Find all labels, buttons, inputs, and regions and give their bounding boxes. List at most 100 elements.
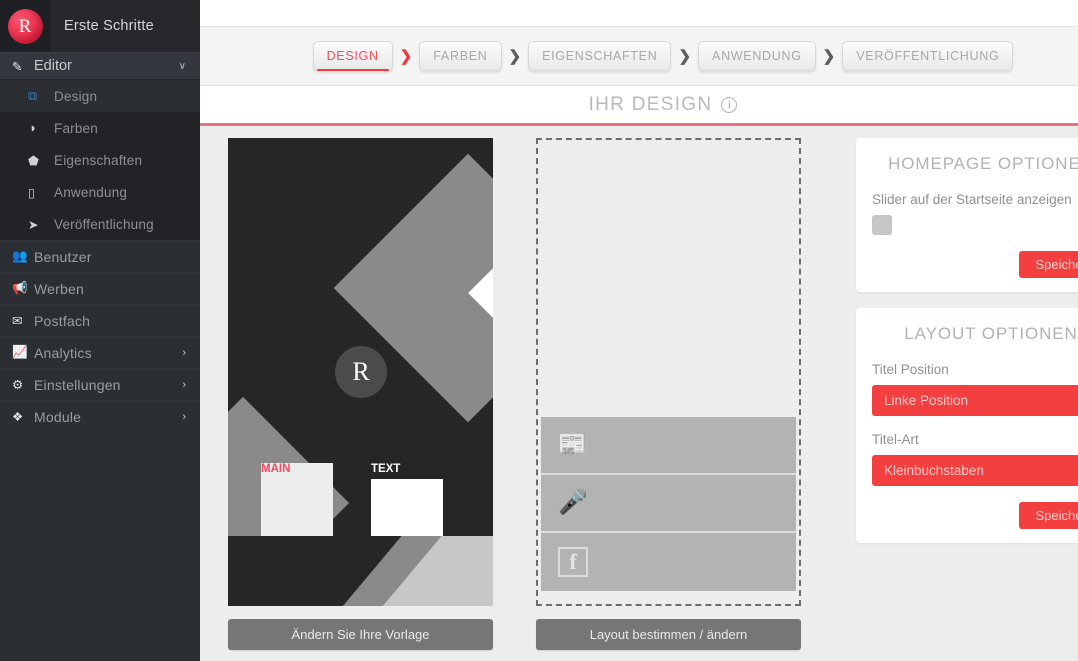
sidebar-item-benutzer-label: Benutzer xyxy=(34,248,92,265)
template-logo-letter: R xyxy=(335,346,387,398)
step-separator-4: ❯ xyxy=(822,48,836,65)
swatch-text-label: TEXT xyxy=(371,463,401,475)
sidebar-item-analytics-label: Analytics xyxy=(34,344,92,361)
slider-option-label: Slider auf der Startseite anzeigen xyxy=(872,192,1072,207)
wrench-icon: ⚙ xyxy=(12,378,24,392)
mobile-icon: ▯ xyxy=(28,185,35,200)
modules-icon: ❖ xyxy=(12,410,24,424)
title-art-label: Titel-Art xyxy=(872,432,919,447)
sidebar-item-module[interactable]: ❖ Module › xyxy=(0,400,200,432)
envelope-icon: ✉ xyxy=(12,314,23,328)
sidebar-item-analytics[interactable]: 📈 Analytics › xyxy=(0,336,200,368)
layout-preview-column: 📰 🎤 f Layout bestimmen / ändern xyxy=(536,138,828,658)
bar-chart-icon: 📈 xyxy=(12,345,28,359)
sidebar-item-benutzer[interactable]: 👥 Benutzer xyxy=(0,240,200,272)
title-art-select[interactable]: Kleinbuchstaben ⏷ xyxy=(872,455,1078,486)
layout-options-card: LAYOUT OPTIONEN Titel Position Linke Pos… xyxy=(856,308,1078,543)
step-anwendung-label: ANWENDUNG xyxy=(712,49,802,63)
step-veroeffentlichung-label: VERÖFFENTLICHUNG xyxy=(856,49,1000,63)
sidebar-item-eigenschaften[interactable]: ⬟ Eigenschaften xyxy=(0,144,200,176)
newspaper-icon: 📰 xyxy=(558,431,588,458)
step-design[interactable]: DESIGN xyxy=(312,41,393,71)
users-icon: 👥 xyxy=(12,249,28,263)
app-logo-letter: R xyxy=(7,8,43,44)
sidebar-item-farben-label: Farben xyxy=(54,120,98,136)
design-crop-icon: ⧉ xyxy=(28,88,37,103)
brand-title: Erste Schritte xyxy=(64,18,154,34)
options-column: HOMEPAGE OPTIONEN Slider auf der Startse… xyxy=(856,138,1078,658)
step-veroeffentlichung[interactable]: VERÖFFENTLICHUNG xyxy=(842,41,1014,71)
layout-structure-preview[interactable]: 📰 🎤 f xyxy=(536,138,801,606)
title-art-value: Kleinbuchstaben xyxy=(884,463,984,478)
sidebar-subnav: ⧉ Design ◑ Farben ⬟ Eigenschaften ▯ Anwe… xyxy=(0,80,200,240)
sidebar-item-einstellungen[interactable]: ⚙ Einstellungen › xyxy=(0,368,200,400)
sidebar-item-postfach[interactable]: ✉ Postfach xyxy=(0,304,200,336)
sidebar-item-anwendung-label: Anwendung xyxy=(54,184,128,200)
step-eigenschaften[interactable]: EIGENSCHAFTEN xyxy=(528,41,672,71)
sidebar-item-design[interactable]: ⧉ Design xyxy=(0,80,200,112)
step-farben[interactable]: FARBEN xyxy=(419,41,502,71)
paper-plane-icon: ➤ xyxy=(28,217,39,232)
sidebar: R Erste Schritte ✎ Editor ∨ ⧉ Design ◑ F… xyxy=(0,0,200,661)
sidebar-item-design-label: Design xyxy=(54,88,98,104)
layout-block-news[interactable]: 📰 xyxy=(541,417,796,475)
sidebar-group-editor[interactable]: ✎ Editor ∨ xyxy=(0,52,200,80)
cube-icon: ⬟ xyxy=(28,153,39,168)
sidebar-group-editor-label: Editor xyxy=(34,58,72,74)
chevron-right-icon-einstellungen[interactable]: › xyxy=(182,379,186,391)
pencil-icon: ✎ xyxy=(12,59,23,74)
sidebar-item-veroeffentlichung-label: Veröffentlichung xyxy=(54,216,154,232)
step-farben-label: FARBEN xyxy=(433,49,488,63)
step-separator-2: ❯ xyxy=(508,48,522,65)
step-design-label: DESIGN xyxy=(326,49,379,63)
sidebar-item-veroeffentlichung[interactable]: ➤ Veröffentlichung xyxy=(0,208,200,240)
brand-header[interactable]: R Erste Schritte xyxy=(0,0,200,52)
title-position-value: Linke Position xyxy=(884,393,969,408)
title-position-label: Titel Position xyxy=(872,362,949,377)
page-title: IHR DESIGN xyxy=(588,93,713,115)
content-area: R MAIN #EE4B63 TEXT #FFFFFF xyxy=(200,126,1078,658)
sidebar-item-werben[interactable]: 📢 Werben xyxy=(0,272,200,304)
homepage-options-card: HOMEPAGE OPTIONEN Slider auf der Startse… xyxy=(856,138,1078,292)
layout-save-button[interactable]: Speichern xyxy=(1019,502,1078,529)
steps-bar: DESIGN ❯ FARBEN ❯ EIGENSCHAFTEN ❯ ANWEND… xyxy=(200,27,1078,86)
info-icon[interactable]: i xyxy=(721,96,738,113)
design-preview-column: R MAIN #EE4B63 TEXT #FFFFFF xyxy=(228,138,508,658)
sidebar-item-anwendung[interactable]: ▯ Anwendung xyxy=(0,176,200,208)
layout-save-row: Speichern xyxy=(872,502,1078,529)
megaphone-icon: 📢 xyxy=(12,281,28,295)
main-area: ◓ Dash DESIGN ❯ FARBEN ❯ EIGENSCHAFTEN ❯… xyxy=(200,0,1078,661)
title-position-select[interactable]: Linke Position ⏷ xyxy=(872,385,1078,416)
homepage-save-row: Speichern xyxy=(872,251,1078,278)
homepage-options-title: HOMEPAGE OPTIONEN xyxy=(888,154,1078,173)
slider-toggle-checkbox[interactable] xyxy=(872,215,892,235)
step-anwendung[interactable]: ANWENDUNG xyxy=(698,41,816,71)
panel-title-bar: IHR DESIGN i xyxy=(200,86,1078,126)
step-separator-3: ❯ xyxy=(678,48,692,65)
layout-block-facebook[interactable]: f xyxy=(541,533,796,591)
sidebar-item-postfach-label: Postfach xyxy=(34,312,91,329)
design-template-preview[interactable]: R MAIN #EE4B63 TEXT #FFFFFF xyxy=(228,138,493,606)
app-root: R Erste Schritte ✎ Editor ∨ ⧉ Design ◑ F… xyxy=(0,0,1078,661)
layout-options-title: LAYOUT OPTIONEN xyxy=(904,324,1078,343)
sidebar-item-einstellungen-label: Einstellungen xyxy=(34,376,121,393)
steps-list: DESIGN ❯ FARBEN ❯ EIGENSCHAFTEN ❯ ANWEND… xyxy=(312,41,1014,71)
chevron-right-icon-analytics[interactable]: › xyxy=(182,347,186,359)
sidebar-item-farben[interactable]: ◑ Farben xyxy=(0,112,200,144)
sidebar-item-werben-label: Werben xyxy=(34,280,84,297)
homepage-save-button[interactable]: Speichern xyxy=(1019,251,1078,278)
step-separator-1: ❯ xyxy=(399,48,413,65)
step-eigenschaften-label: EIGENSCHAFTEN xyxy=(542,49,658,63)
change-template-button[interactable]: Ändern Sie Ihre Vorlage xyxy=(228,619,493,650)
define-layout-button[interactable]: Layout bestimmen / ändern xyxy=(536,619,801,650)
sidebar-item-eigenschaften-label: Eigenschaften xyxy=(54,152,143,168)
microphone-icon: 🎤 xyxy=(558,489,588,516)
layout-block-podcast[interactable]: 🎤 xyxy=(541,475,796,533)
palette-icon: ◑ xyxy=(28,121,36,135)
app-logo: R xyxy=(0,0,50,52)
topbar: ◓ Dash xyxy=(200,0,1078,27)
facebook-icon: f xyxy=(558,547,588,577)
sidebar-item-module-label: Module xyxy=(34,408,82,425)
chevron-right-icon-module[interactable]: › xyxy=(182,411,186,423)
chevron-down-icon[interactable]: ∨ xyxy=(179,61,186,72)
